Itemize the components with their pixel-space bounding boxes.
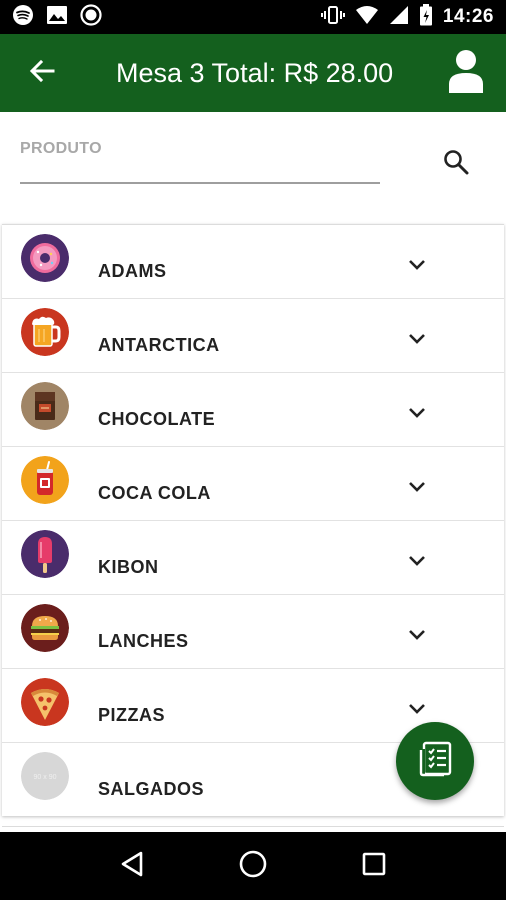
- pizza-slice-icon: [21, 678, 69, 726]
- search-button[interactable]: [430, 138, 482, 190]
- list-item[interactable]: KIBON: [2, 521, 504, 595]
- chevron-down-icon[interactable]: [400, 255, 434, 275]
- item-label: CHOCOLATE: [98, 409, 216, 429]
- status-bar: 14:26: [0, 0, 506, 34]
- chevron-down-icon[interactable]: [400, 699, 434, 719]
- chevron-down-icon[interactable]: [400, 551, 434, 571]
- home-circle-icon: [238, 849, 268, 884]
- status-time: 14:26: [442, 6, 494, 27]
- signal-icon: [389, 5, 409, 30]
- chevron-down-icon[interactable]: [400, 403, 434, 423]
- search-label: PRODUTO: [20, 140, 102, 157]
- placeholder-image-icon: 90 x 90: [21, 752, 69, 800]
- popsicle-icon: [21, 530, 69, 578]
- chocolate-bar-icon: [21, 382, 69, 430]
- back-triangle-icon: [119, 850, 145, 883]
- chevron-down-icon[interactable]: [400, 477, 434, 497]
- profile-button[interactable]: [426, 34, 506, 112]
- navigation-bar: [0, 832, 506, 900]
- item-label: LANCHES: [98, 631, 189, 651]
- back-button[interactable]: [0, 34, 84, 112]
- svg-text:90 x 90: 90 x 90: [34, 774, 57, 781]
- search-input[interactable]: [20, 182, 380, 184]
- nav-back-button[interactable]: [102, 836, 162, 896]
- app-bar: Mesa 3 Total: R$ 28.00: [0, 34, 506, 112]
- list-item[interactable]: COCA COLA: [2, 447, 504, 521]
- chevron-down-icon[interactable]: [400, 625, 434, 645]
- item-label: COCA COLA: [98, 483, 211, 503]
- arrow-back-icon: [29, 58, 55, 89]
- item-label: SALGADOS: [98, 779, 205, 799]
- burger-icon: [21, 604, 69, 652]
- search-icon: [443, 149, 469, 180]
- item-label: ADAMS: [98, 261, 167, 281]
- list-item[interactable]: ADAMS: [2, 225, 504, 299]
- recents-square-icon: [361, 851, 387, 882]
- donut-icon: [21, 234, 69, 282]
- list-item[interactable]: CHOCOLATE: [2, 373, 504, 447]
- beer-mug-icon: [21, 308, 69, 356]
- wifi-icon: [355, 5, 379, 30]
- chevron-down-icon[interactable]: [400, 329, 434, 349]
- item-label: KIBON: [98, 557, 159, 577]
- record-icon: [80, 3, 102, 31]
- item-label: PIZZAS: [98, 705, 166, 725]
- image-icon: [46, 5, 68, 30]
- person-icon: [447, 49, 485, 98]
- search-area: PRODUTO: [0, 112, 506, 222]
- nav-recents-button[interactable]: [344, 836, 404, 896]
- item-label: ANTARCTICA: [98, 335, 220, 355]
- list-item[interactable]: LANCHES: [2, 595, 504, 669]
- order-list-button[interactable]: [396, 722, 474, 800]
- page-title: Mesa 3 Total: R$ 28.00: [116, 57, 394, 88]
- checklist-icon: [416, 740, 454, 783]
- list-item[interactable]: ANTARCTICA: [2, 299, 504, 373]
- battery-icon: [419, 3, 433, 31]
- vibrate-icon: [320, 5, 345, 30]
- nav-home-button[interactable]: [223, 836, 283, 896]
- soda-can-icon: [21, 456, 69, 504]
- spotify-icon: [12, 4, 34, 31]
